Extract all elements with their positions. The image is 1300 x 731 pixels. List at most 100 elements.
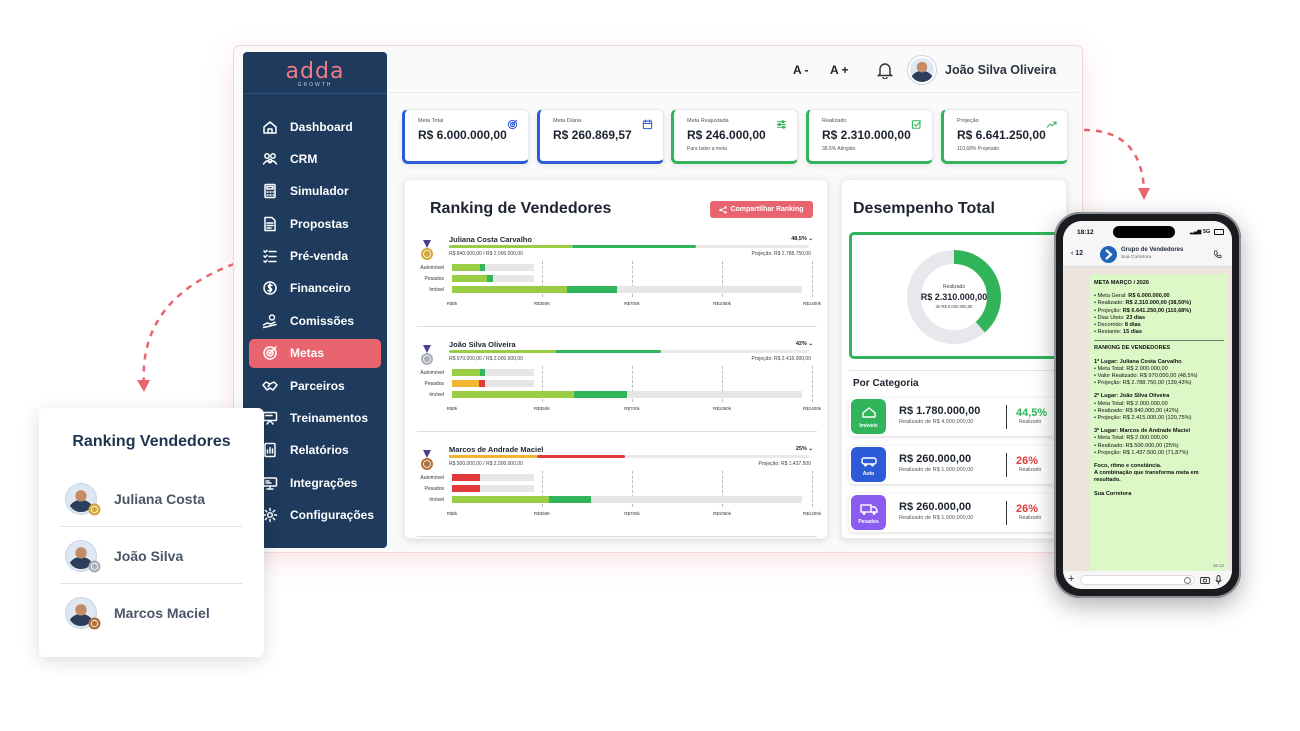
- kpi-card[interactable]: Projeção R$ 6.641.250,00 110,68% Projeta…: [941, 109, 1068, 164]
- chart-gridline: [812, 471, 813, 507]
- sidebar-item-label: Comissões: [290, 313, 355, 328]
- message-summary-label: • Meta Geral:: [1094, 293, 1129, 300]
- trend-up-icon: [1046, 121, 1057, 128]
- medal-gold-icon: [421, 240, 433, 260]
- desempenho-panel: Desempenho Total Realizado R$ 2.310.000,…: [841, 179, 1067, 539]
- attach-plus-icon[interactable]: +: [1068, 573, 1074, 585]
- desempenho-title: Desempenho Total: [853, 200, 995, 217]
- message-summary-label: • Decorrido:: [1094, 322, 1125, 329]
- user-name[interactable]: João Silva Oliveira: [945, 63, 1056, 77]
- message-closing-2: A combinação que transforma meta em resu…: [1094, 470, 1199, 484]
- axis-tick-label: R$700k: [624, 406, 640, 411]
- sidebar-item-financeiro[interactable]: Financeiro: [249, 274, 381, 303]
- seller-pct[interactable]: 25% ⌄: [796, 446, 813, 452]
- sidebar-item-simulador[interactable]: Simulador: [249, 177, 381, 206]
- kpi-card[interactable]: Realizado R$ 2.310.000,00 38,5% Atingido: [806, 109, 933, 164]
- calculator-icon: [264, 184, 276, 199]
- message-place-line: • Projeção: R$ 1.437.500,00 (71,87%): [1094, 449, 1189, 456]
- seller-name: Marcos de Andrade Maciel: [449, 445, 544, 454]
- ranking-summary-row[interactable]: Marcos Maciel: [60, 585, 242, 641]
- category-card[interactable]: Pesados R$ 260.000,00 Realizado de R$ 1.…: [849, 494, 1062, 532]
- category-bar-track: [452, 275, 535, 282]
- category-bar-track: [452, 369, 535, 376]
- brand-tagline: GROWTH: [297, 82, 333, 88]
- category-card[interactable]: Imóveis R$ 1.780.000,00 Realizado de R$ …: [849, 398, 1062, 436]
- sidebar-item-label: Relatórios: [290, 443, 349, 458]
- category-card[interactable]: Auto R$ 260.000,00 Realizado de R$ 1.000…: [849, 446, 1062, 484]
- category-amount: R$ 260.000,00: [899, 501, 972, 513]
- category-pct: 26%: [1016, 455, 1039, 467]
- message-place-title: 1º Lugar: Juliana Costa Carvalho: [1094, 358, 1182, 365]
- truck-icon: [859, 504, 878, 515]
- message-time: 18:12: [1212, 562, 1224, 568]
- seller-pct[interactable]: 42% ⌄: [796, 341, 813, 347]
- sidebar-item-prevenda[interactable]: Pré-venda: [249, 242, 381, 271]
- axis-tick-label: R$700k: [624, 511, 640, 516]
- seller-pct[interactable]: 48,5% ⌄: [791, 236, 813, 242]
- topbar: A - A + João Silva Oliveira: [389, 48, 1079, 93]
- sidebar-item-propostas[interactable]: Propostas: [249, 209, 381, 238]
- font-decrease-button[interactable]: A -: [793, 63, 809, 77]
- chat-back-count: 12: [1075, 250, 1084, 257]
- sidebar-item-configuracoes[interactable]: Configurações: [249, 501, 381, 530]
- kpi-card[interactable]: Meta Total R$ 6.000.000,00: [402, 109, 529, 164]
- sidebar-item-comissoes[interactable]: Comissões: [249, 306, 381, 335]
- microphone-icon[interactable]: [1215, 575, 1222, 585]
- message-place-line: • Realizado: R$ 840.000,00 (42%): [1094, 407, 1179, 414]
- brand-name: adda: [285, 59, 345, 84]
- message-summary-value: 23 dias: [1126, 314, 1146, 321]
- category-pct: 26%: [1016, 503, 1039, 515]
- sticker-icon[interactable]: [1184, 577, 1191, 584]
- category-name: Imóveis: [859, 423, 878, 429]
- sidebar-icon-wrap: [261, 247, 279, 265]
- sidebar-item-integracoes[interactable]: Integrações: [249, 468, 381, 497]
- category-bar-track: [452, 264, 535, 271]
- seller-progress-fill: [572, 245, 696, 248]
- category-divider: [1006, 501, 1007, 525]
- sidebar-item-metas[interactable]: Metas: [249, 338, 381, 368]
- seller-row[interactable]: Juliana Costa Carvalho 48,5% ⌄ R$ 840.00…: [417, 235, 821, 327]
- message-summary-value: R$ 6.641.250,00 (110,68%): [1122, 307, 1192, 314]
- phone-screen: 18:12 ▂▄▆ 5G ‹ 12 Grupo de Vendedores Su…: [1063, 221, 1232, 589]
- category-amount: R$ 260.000,00: [899, 453, 972, 465]
- bell-icon[interactable]: [877, 61, 893, 79]
- sidebar-item-treinamentos[interactable]: Treinamentos: [249, 404, 381, 433]
- ranking-summary-row[interactable]: João Silva: [60, 528, 242, 584]
- axis-tick-label: R$0k: [446, 301, 458, 306]
- ranking-summary-row[interactable]: Juliana Costa: [60, 471, 242, 527]
- chevron-down-icon: ⌄: [808, 236, 813, 242]
- message-place-line: • Valor Realizado: R$ 970.000,00 (48,5%): [1094, 373, 1198, 380]
- seller-progress-track: [449, 245, 809, 248]
- kpi-card[interactable]: Meta Reajustada R$ 246.000,00 Para bater…: [671, 109, 798, 164]
- sidebar-item-parceiros[interactable]: Parceiros: [249, 371, 381, 400]
- handshake-icon: [262, 380, 278, 391]
- home-icon: [263, 120, 277, 134]
- message-input[interactable]: [1080, 575, 1195, 585]
- user-avatar[interactable]: [908, 56, 936, 84]
- sidebar-item-label: Treinamentos: [290, 411, 369, 426]
- sidebar-item-dashboard[interactable]: Dashboard: [249, 112, 381, 141]
- sidebar-item-label: Financeiro: [290, 281, 351, 296]
- camera-icon[interactable]: [1200, 576, 1210, 584]
- category-bar-track: [452, 496, 802, 503]
- seller-row[interactable]: Marcos de Andrade Maciel 25% ⌄ R$ 500.00…: [417, 445, 821, 537]
- seller-projection: Projeção: R$ 2.788.750,00: [751, 251, 812, 257]
- category-divider: [1006, 453, 1007, 477]
- chat-back-button[interactable]: ‹ 12: [1071, 250, 1083, 257]
- category-bar-track: [452, 485, 535, 492]
- category-bar-done: [452, 391, 575, 398]
- group-avatar[interactable]: [1100, 246, 1117, 263]
- brand-logo[interactable]: adda GROWTH: [243, 52, 387, 94]
- call-icon[interactable]: [1213, 250, 1222, 259]
- sidebar-item-relatorios[interactable]: Relatórios: [249, 436, 381, 465]
- sidebar-icon-wrap: [261, 344, 279, 362]
- group-name[interactable]: Grupo de Vendedores: [1121, 247, 1183, 253]
- font-increase-button[interactable]: A +: [830, 63, 849, 77]
- chart-gridline: [812, 261, 813, 297]
- axis-tick-label: R$350K: [533, 511, 551, 516]
- sidebar-item-crm[interactable]: CRM: [249, 144, 381, 173]
- seller-row[interactable]: João Silva Oliveira 42% ⌄ R$ 970.000,00 …: [417, 340, 821, 432]
- share-ranking-button[interactable]: Compartilhar Ranking: [710, 201, 813, 218]
- kpi-card[interactable]: Meta Diária R$ 260.869,57: [537, 109, 664, 164]
- seller-meta: R$ 970.000,00 / R$ 2.000.000,00: [449, 356, 523, 362]
